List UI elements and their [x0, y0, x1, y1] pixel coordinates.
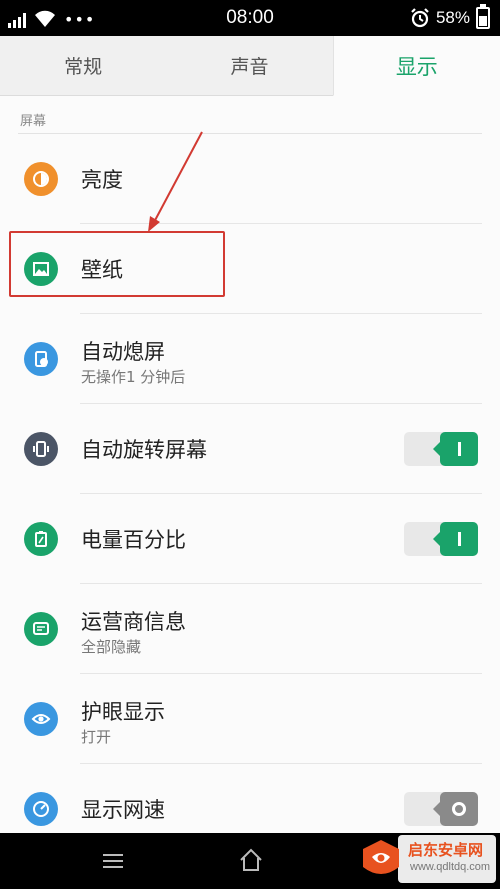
setting-carrier-info[interactable]: 运营商信息 全部隐藏	[0, 584, 500, 674]
setting-title: 电量百分比	[81, 528, 186, 552]
network-speed-toggle[interactable]	[404, 792, 478, 826]
auto-rotate-icon	[24, 432, 58, 466]
setting-auto-rotate[interactable]: 自动旋转屏幕	[0, 404, 500, 494]
setting-eye-care[interactable]: 护眼显示 打开	[0, 674, 500, 764]
alarm-icon	[411, 8, 429, 28]
tab-sound[interactable]: 声音	[166, 36, 333, 96]
eye-care-icon	[24, 702, 58, 736]
battery-icon	[476, 4, 490, 29]
section-label: 屏幕	[20, 114, 47, 129]
setting-title: 自动熄屏	[81, 340, 165, 364]
network-speed-icon	[24, 792, 58, 826]
setting-subtitle: 全部隐藏	[81, 638, 142, 656]
highlight-box	[9, 231, 225, 297]
status-bar: ••• 08:00 58%	[0, 0, 500, 36]
settings-tabs: 常规 声音 显示	[0, 36, 500, 96]
watermark-title: 启东安卓网	[408, 841, 484, 859]
home-icon[interactable]	[238, 847, 264, 873]
setting-screen-timeout[interactable]: 自动熄屏 无操作1 分钟后	[0, 314, 500, 404]
tab-display[interactable]: 显示	[332, 36, 500, 96]
setting-title: 护眼显示	[81, 700, 165, 724]
watermark: 启东安卓网 www.qdltdq.com	[358, 829, 498, 887]
auto-rotate-toggle[interactable]	[404, 432, 478, 466]
setting-title: 运营商信息	[81, 610, 186, 634]
battery-percent-toggle[interactable]	[404, 522, 478, 556]
setting-battery-percent[interactable]: 电量百分比	[0, 494, 500, 584]
tab-general[interactable]: 常规	[0, 36, 167, 96]
menu-icon[interactable]	[102, 853, 124, 869]
setting-brightness[interactable]: 亮度	[0, 134, 500, 224]
brightness-icon	[24, 162, 58, 196]
carrier-info-icon	[24, 612, 58, 646]
screen-timeout-icon	[24, 342, 58, 376]
watermark-url: www.qdltdq.com	[410, 861, 491, 873]
settings-list: 屏幕 亮度 壁纸 自动熄屏 无操作1 分钟后 自动旋转屏幕 电量百分比 运营商信…	[0, 96, 500, 833]
setting-title: 显示网速	[81, 798, 165, 822]
battery-percent: 58%	[435, 8, 470, 27]
setting-title: 自动旋转屏幕	[81, 438, 207, 462]
battery-percent-icon	[24, 522, 58, 556]
setting-subtitle: 无操作1 分钟后	[81, 368, 186, 386]
setting-title: 亮度	[81, 168, 123, 192]
setting-subtitle: 打开	[81, 728, 112, 746]
watermark-logo-icon	[363, 840, 399, 874]
